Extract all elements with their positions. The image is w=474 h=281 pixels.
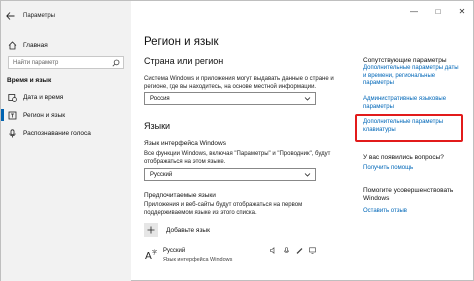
- add-language-button[interactable]: Добавьте язык: [144, 223, 210, 237]
- plus-icon: [144, 223, 158, 237]
- calendar-clock-icon: [1, 93, 23, 102]
- related-settings-panel: Сопутствующие параметры Дополнительные п…: [355, 1, 471, 281]
- search-icon: [112, 59, 120, 69]
- globe-language-icon: [1, 111, 23, 120]
- preferred-languages-description: Приложения и веб-сайты будут отображатьс…: [144, 202, 303, 216]
- sidebar: Параметры Главная Найти параметр Время и…: [1, 1, 131, 281]
- svg-text:A: A: [145, 251, 152, 261]
- window-title: Параметры: [23, 13, 55, 19]
- admin-language-settings-link[interactable]: Административные языковые параметры: [363, 96, 463, 111]
- search-placeholder: Найти параметр: [13, 59, 59, 66]
- chevron-down-icon: [304, 95, 311, 104]
- ui-language-title: Язык интерфейса Windows: [144, 140, 226, 147]
- sidebar-item-label: Распознавание голоса: [23, 129, 91, 137]
- chevron-down-icon: [304, 171, 311, 180]
- sidebar-item-region-language[interactable]: Регион и язык: [1, 107, 131, 123]
- ui-language-description: Все функции Windows, включая "Параметры"…: [144, 151, 331, 165]
- back-arrow-icon[interactable]: [5, 11, 15, 21]
- sidebar-item-home[interactable]: Главная: [1, 37, 131, 53]
- svg-text:字: 字: [152, 249, 157, 256]
- add-language-label: Добавьте язык: [166, 226, 210, 234]
- language-feature-icons: [270, 247, 316, 254]
- related-settings-title: Сопутствующие параметры: [363, 57, 447, 64]
- language-list-item[interactable]: A字 Русский Язык интерфейса Windows: [144, 245, 316, 267]
- sidebar-item-label: Главная: [23, 41, 48, 49]
- questions-title: У вас появились вопросы?: [363, 154, 444, 161]
- page-title: Регион и язык: [144, 36, 219, 48]
- sidebar-item-label: Регион и язык: [23, 111, 66, 119]
- sidebar-item-speech[interactable]: Распознавание голоса: [1, 125, 131, 141]
- country-description: Система Windows и приложения могут выдав…: [144, 76, 334, 90]
- get-help-link[interactable]: Получить помощь: [363, 165, 463, 173]
- sidebar-item-date-time[interactable]: Дата и время: [1, 89, 131, 105]
- settings-window: Параметры Главная Найти параметр Время и…: [0, 0, 474, 281]
- title-bar: Параметры: [5, 11, 55, 21]
- speech-recognition-icon: [284, 247, 289, 253]
- date-regional-settings-link[interactable]: Дополнительные параметры даты и времени,…: [363, 65, 463, 88]
- search-input[interactable]: Найти параметр: [8, 56, 124, 69]
- microphone-icon: [1, 128, 23, 138]
- feedback-link[interactable]: Оставить отзыв: [363, 208, 463, 216]
- languages-heading: Языки: [144, 121, 171, 131]
- country-select[interactable]: Россия: [144, 92, 316, 105]
- country-select-value: Россия: [150, 95, 170, 102]
- text-to-speech-icon: [270, 247, 275, 254]
- handwriting-icon: [296, 248, 303, 254]
- advanced-keyboard-settings-link[interactable]: Дополнительные параметры клавиатуры: [363, 119, 463, 134]
- ui-language-select-value: Русский: [150, 171, 173, 178]
- home-icon: [1, 40, 23, 50]
- display-language-icon: [309, 247, 316, 254]
- country-heading: Страна или регион: [144, 56, 224, 66]
- improve-windows-title: Помогите усовершенствовать Windows: [363, 187, 454, 202]
- preferred-languages-title: Предпочитаемые языки: [144, 192, 216, 199]
- language-name: Русский: [163, 248, 186, 254]
- language-subtitle: Язык интерфейса Windows: [163, 257, 233, 263]
- language-glyph-icon: A字: [145, 248, 157, 266]
- sidebar-section-title: Время и язык: [7, 77, 52, 84]
- ui-language-select[interactable]: Русский: [144, 168, 316, 181]
- sidebar-item-label: Дата и время: [23, 93, 64, 101]
- main-content: Регион и язык Страна или регион Система …: [144, 1, 344, 281]
